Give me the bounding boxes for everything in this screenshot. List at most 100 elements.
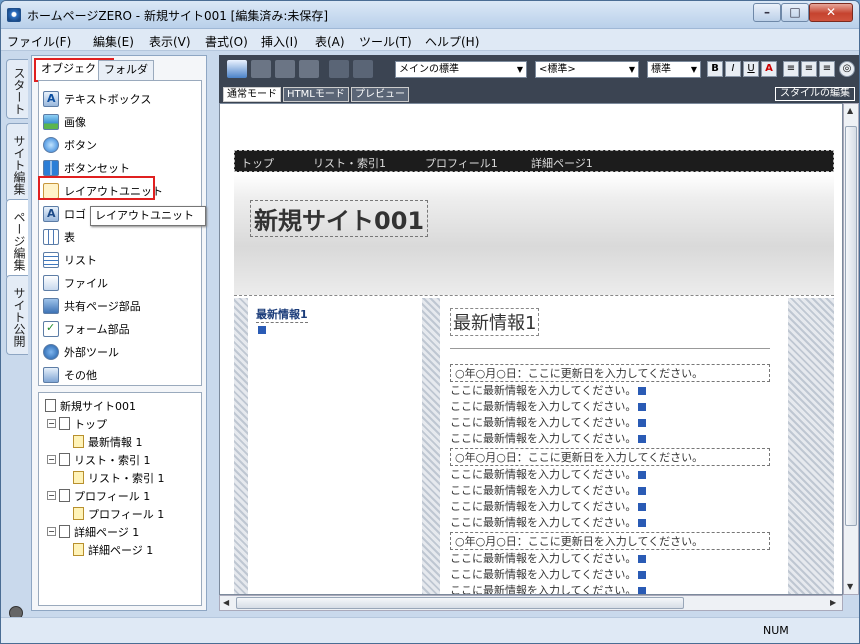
title-bar[interactable]: ホームページZERO - 新規サイト001 [編集済み:未保存] – □ ✕ <box>1 1 859 29</box>
tree-node[interactable]: 詳細ページ 1 <box>73 541 153 558</box>
info-line[interactable]: ここに最新情報を入力してください。 <box>450 414 647 430</box>
tab-folder[interactable]: フォルダ <box>98 60 154 80</box>
collapse-icon[interactable]: − <box>47 491 56 500</box>
nav-item[interactable]: 詳細ページ1 <box>531 155 593 171</box>
tree-node[interactable]: プロフィール 1 <box>73 505 164 522</box>
list-item[interactable]: ボタンセット <box>43 158 199 178</box>
tree-node[interactable]: − リスト・索引 1 <box>47 451 151 468</box>
menu-view[interactable]: 表示(V) <box>149 33 191 50</box>
font-color-button[interactable]: A <box>761 61 777 77</box>
close-button[interactable]: ✕ <box>809 3 853 22</box>
underline-button[interactable]: U <box>743 61 759 77</box>
list-item[interactable]: フォーム部品 <box>43 319 199 339</box>
menu-format[interactable]: 書式(O) <box>205 33 248 50</box>
page-canvas[interactable]: トップ リスト・索引1 プロフィール1 詳細ページ1 新規サイト001 最新情報… <box>219 103 843 595</box>
scroll-right-icon[interactable]: ▶ <box>830 598 836 607</box>
list-item[interactable]: ボタン <box>43 135 199 155</box>
nav-item[interactable]: リスト・索引1 <box>313 155 386 171</box>
collapse-icon[interactable]: − <box>47 527 56 536</box>
date-line[interactable]: ○年○月○日：ここに更新日を入力してください。 <box>450 364 770 382</box>
vertical-scrollbar[interactable]: ▲ ▼ <box>843 103 859 595</box>
scroll-left-icon[interactable]: ◀ <box>223 598 229 607</box>
menu-table[interactable]: 表(A) <box>315 33 345 50</box>
italic-button[interactable]: I <box>725 61 741 77</box>
tab-html-mode[interactable]: HTMLモード <box>283 87 349 102</box>
tab-preview[interactable]: プレビュー <box>351 87 409 102</box>
vertical-scroll-thumb[interactable] <box>845 126 857 526</box>
paste-icon[interactable] <box>299 60 319 78</box>
list-item[interactable]: ファイル <box>43 273 199 293</box>
window-title: ホームページZERO - 新規サイト001 [編集済み:未保存] <box>27 9 329 23</box>
style-select[interactable]: メインの標準 ▼ <box>395 61 527 78</box>
list-item[interactable]: テキストボックス <box>43 89 199 109</box>
scroll-up-icon[interactable]: ▲ <box>847 106 853 115</box>
tree-node[interactable]: 最新情報 1 <box>73 433 143 450</box>
list-item[interactable]: リスト <box>43 250 199 270</box>
list-item[interactable]: 共有ページ部品 <box>43 296 199 316</box>
menu-insert[interactable]: 挿入(I) <box>261 33 298 50</box>
date-line[interactable]: ○年○月○日：ここに更新日を入力してください。 <box>450 532 770 550</box>
site-title[interactable]: 新規サイト001 <box>250 200 429 237</box>
date-line[interactable]: ○年○月○日：ここに更新日を入力してください。 <box>450 448 770 466</box>
info-line[interactable]: ここに最新情報を入力してください。 <box>450 498 647 514</box>
collapse-icon[interactable]: − <box>47 455 56 464</box>
side-heading[interactable]: 最新情報1 <box>256 306 308 323</box>
tree-node[interactable]: リスト・索引 1 <box>73 469 165 486</box>
collapse-icon[interactable]: − <box>47 419 56 428</box>
menu-help[interactable]: ヘルプ(H) <box>425 33 479 50</box>
horizontal-scroll-thumb[interactable] <box>236 597 684 609</box>
size-select[interactable]: 標準 ▼ <box>647 61 701 78</box>
main-heading[interactable]: 最新情報1 <box>450 308 540 336</box>
info-line[interactable]: ここに最新情報を入力してください。 <box>450 430 647 446</box>
maximize-button[interactable]: □ <box>781 3 809 22</box>
site-nav-bar[interactable]: トップ リスト・索引1 プロフィール1 詳細ページ1 <box>234 150 834 172</box>
options-button[interactable]: ◎ <box>839 61 855 77</box>
tab-start[interactable]: スタート <box>6 59 28 119</box>
bold-button[interactable]: B <box>707 61 723 77</box>
tab-site-edit[interactable]: サイト編集 <box>6 123 28 203</box>
list-item[interactable]: 画像 <box>43 112 199 132</box>
minimize-button[interactable]: – <box>753 3 781 22</box>
button-icon <box>43 137 59 153</box>
undo-icon[interactable] <box>329 60 349 78</box>
list-item[interactable]: 表 <box>43 227 199 247</box>
tree-root[interactable]: 新規サイト001 <box>45 397 136 414</box>
paragraph-marker-icon <box>638 571 647 579</box>
info-line[interactable]: ここに最新情報を入力してください。 <box>450 582 647 594</box>
format-select[interactable]: <標準> ▼ <box>535 61 639 78</box>
info-line[interactable]: ここに最新情報を入力してください。 <box>450 566 647 582</box>
tab-normal-mode[interactable]: 通常モード <box>223 87 281 102</box>
list-item[interactable]: 外部ツール <box>43 342 199 362</box>
nav-item[interactable]: トップ <box>241 155 274 171</box>
info-line[interactable]: ここに最新情報を入力してください。 <box>450 550 647 566</box>
info-line[interactable]: ここに最新情報を入力してください。 <box>450 466 647 482</box>
tree-node[interactable]: − トップ <box>47 415 107 432</box>
info-line[interactable]: ここに最新情報を入力してください。 <box>450 398 647 414</box>
tree-node[interactable]: − 詳細ページ 1 <box>47 523 139 540</box>
redo-icon[interactable] <box>353 60 373 78</box>
scroll-down-icon[interactable]: ▼ <box>847 582 853 591</box>
tab-page-edit[interactable]: ページ編集 <box>6 199 28 279</box>
save-icon[interactable] <box>227 60 247 78</box>
info-line[interactable]: ここに最新情報を入力してください。 <box>450 482 647 498</box>
align-left-button[interactable]: ≡ <box>783 61 799 77</box>
tab-site-publish[interactable]: サイト公開 <box>6 275 28 355</box>
align-right-button[interactable]: ≡ <box>819 61 835 77</box>
info-line[interactable]: ここに最新情報を入力してください。 <box>450 382 647 398</box>
side-column[interactable]: 最新情報1 <box>248 298 422 594</box>
menu-tools[interactable]: ツール(T) <box>359 33 412 50</box>
copy-icon[interactable] <box>275 60 295 78</box>
menu-file[interactable]: ファイル(F) <box>7 33 71 50</box>
list-item[interactable]: その他 <box>43 365 199 385</box>
style-edit-button[interactable]: スタイルの編集 <box>775 87 855 101</box>
horizontal-scrollbar[interactable]: ◀ ▶ <box>219 595 843 611</box>
header-area[interactable]: 新規サイト001 <box>234 174 834 296</box>
main-column[interactable]: 最新情報1 ○年○月○日：ここに更新日を入力してください。 ここに最新情報を入力… <box>440 298 788 594</box>
nav-item[interactable]: プロフィール1 <box>425 155 498 171</box>
cut-icon[interactable] <box>251 60 271 78</box>
menu-edit[interactable]: 編集(E) <box>93 33 134 50</box>
info-line[interactable]: ここに最新情報を入力してください。 <box>450 514 647 530</box>
tree-node[interactable]: − プロフィール 1 <box>47 487 150 504</box>
align-center-button[interactable]: ≡ <box>801 61 817 77</box>
app-icon[interactable] <box>7 8 21 22</box>
